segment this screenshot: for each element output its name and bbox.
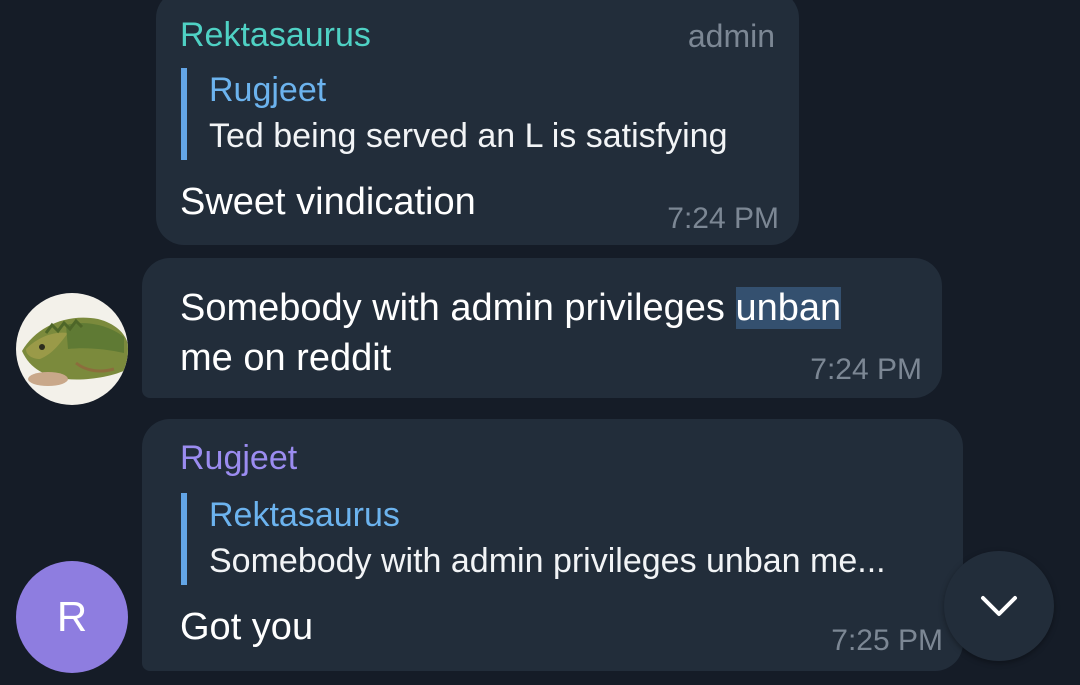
chevron-down-icon bbox=[981, 596, 1017, 616]
reply-quote[interactable]: Rektasaurus Somebody with admin privileg… bbox=[181, 493, 886, 585]
scroll-to-bottom-button[interactable] bbox=[944, 551, 1054, 661]
chat-message-list[interactable]: Rektasaurus admin Rugjeet Ted being serv… bbox=[0, 0, 1080, 685]
message-text-line-2: me on reddit bbox=[180, 337, 392, 379]
message-timestamp: 7:24 PM bbox=[810, 353, 922, 386]
reply-quote[interactable]: Rugjeet Ted being served an L is satisfy… bbox=[181, 68, 727, 160]
reply-sender-name: Rektasaurus bbox=[209, 496, 400, 534]
message-text: Got you bbox=[180, 606, 314, 648]
message-timestamp: 7:24 PM bbox=[667, 202, 779, 235]
message-timestamp: 7:25 PM bbox=[831, 624, 943, 657]
message-bubble[interactable]: Somebody with admin privileges unban me … bbox=[142, 258, 942, 398]
message-sender-name[interactable]: Rugjeet bbox=[180, 439, 297, 478]
reply-sender-name: Rugjeet bbox=[209, 71, 327, 109]
iguana-avatar-icon[interactable] bbox=[16, 293, 128, 405]
avatar-initial: R bbox=[56, 593, 88, 640]
message-bubble[interactable]: Rugjeet Rektasaurus Somebody with admin … bbox=[142, 419, 963, 671]
selected-text-highlight[interactable]: unban bbox=[735, 287, 842, 329]
message-text-line-1: Somebody with admin privileges unban bbox=[180, 283, 842, 333]
iguana-avatar-image bbox=[16, 293, 128, 405]
message-sender-name[interactable]: Rektasaurus bbox=[180, 16, 371, 55]
user-avatar[interactable]: R bbox=[16, 561, 128, 673]
reply-text: Ted being served an L is satisfying bbox=[209, 117, 728, 155]
reply-text: Somebody with admin privileges unban me.… bbox=[209, 542, 886, 580]
message-text-part: Somebody with admin privileges bbox=[180, 287, 736, 329]
message-text: Sweet vindication bbox=[180, 181, 476, 223]
admin-badge: admin bbox=[687, 18, 775, 54]
message-bubble[interactable]: Rektasaurus admin Rugjeet Ted being serv… bbox=[156, 0, 799, 245]
